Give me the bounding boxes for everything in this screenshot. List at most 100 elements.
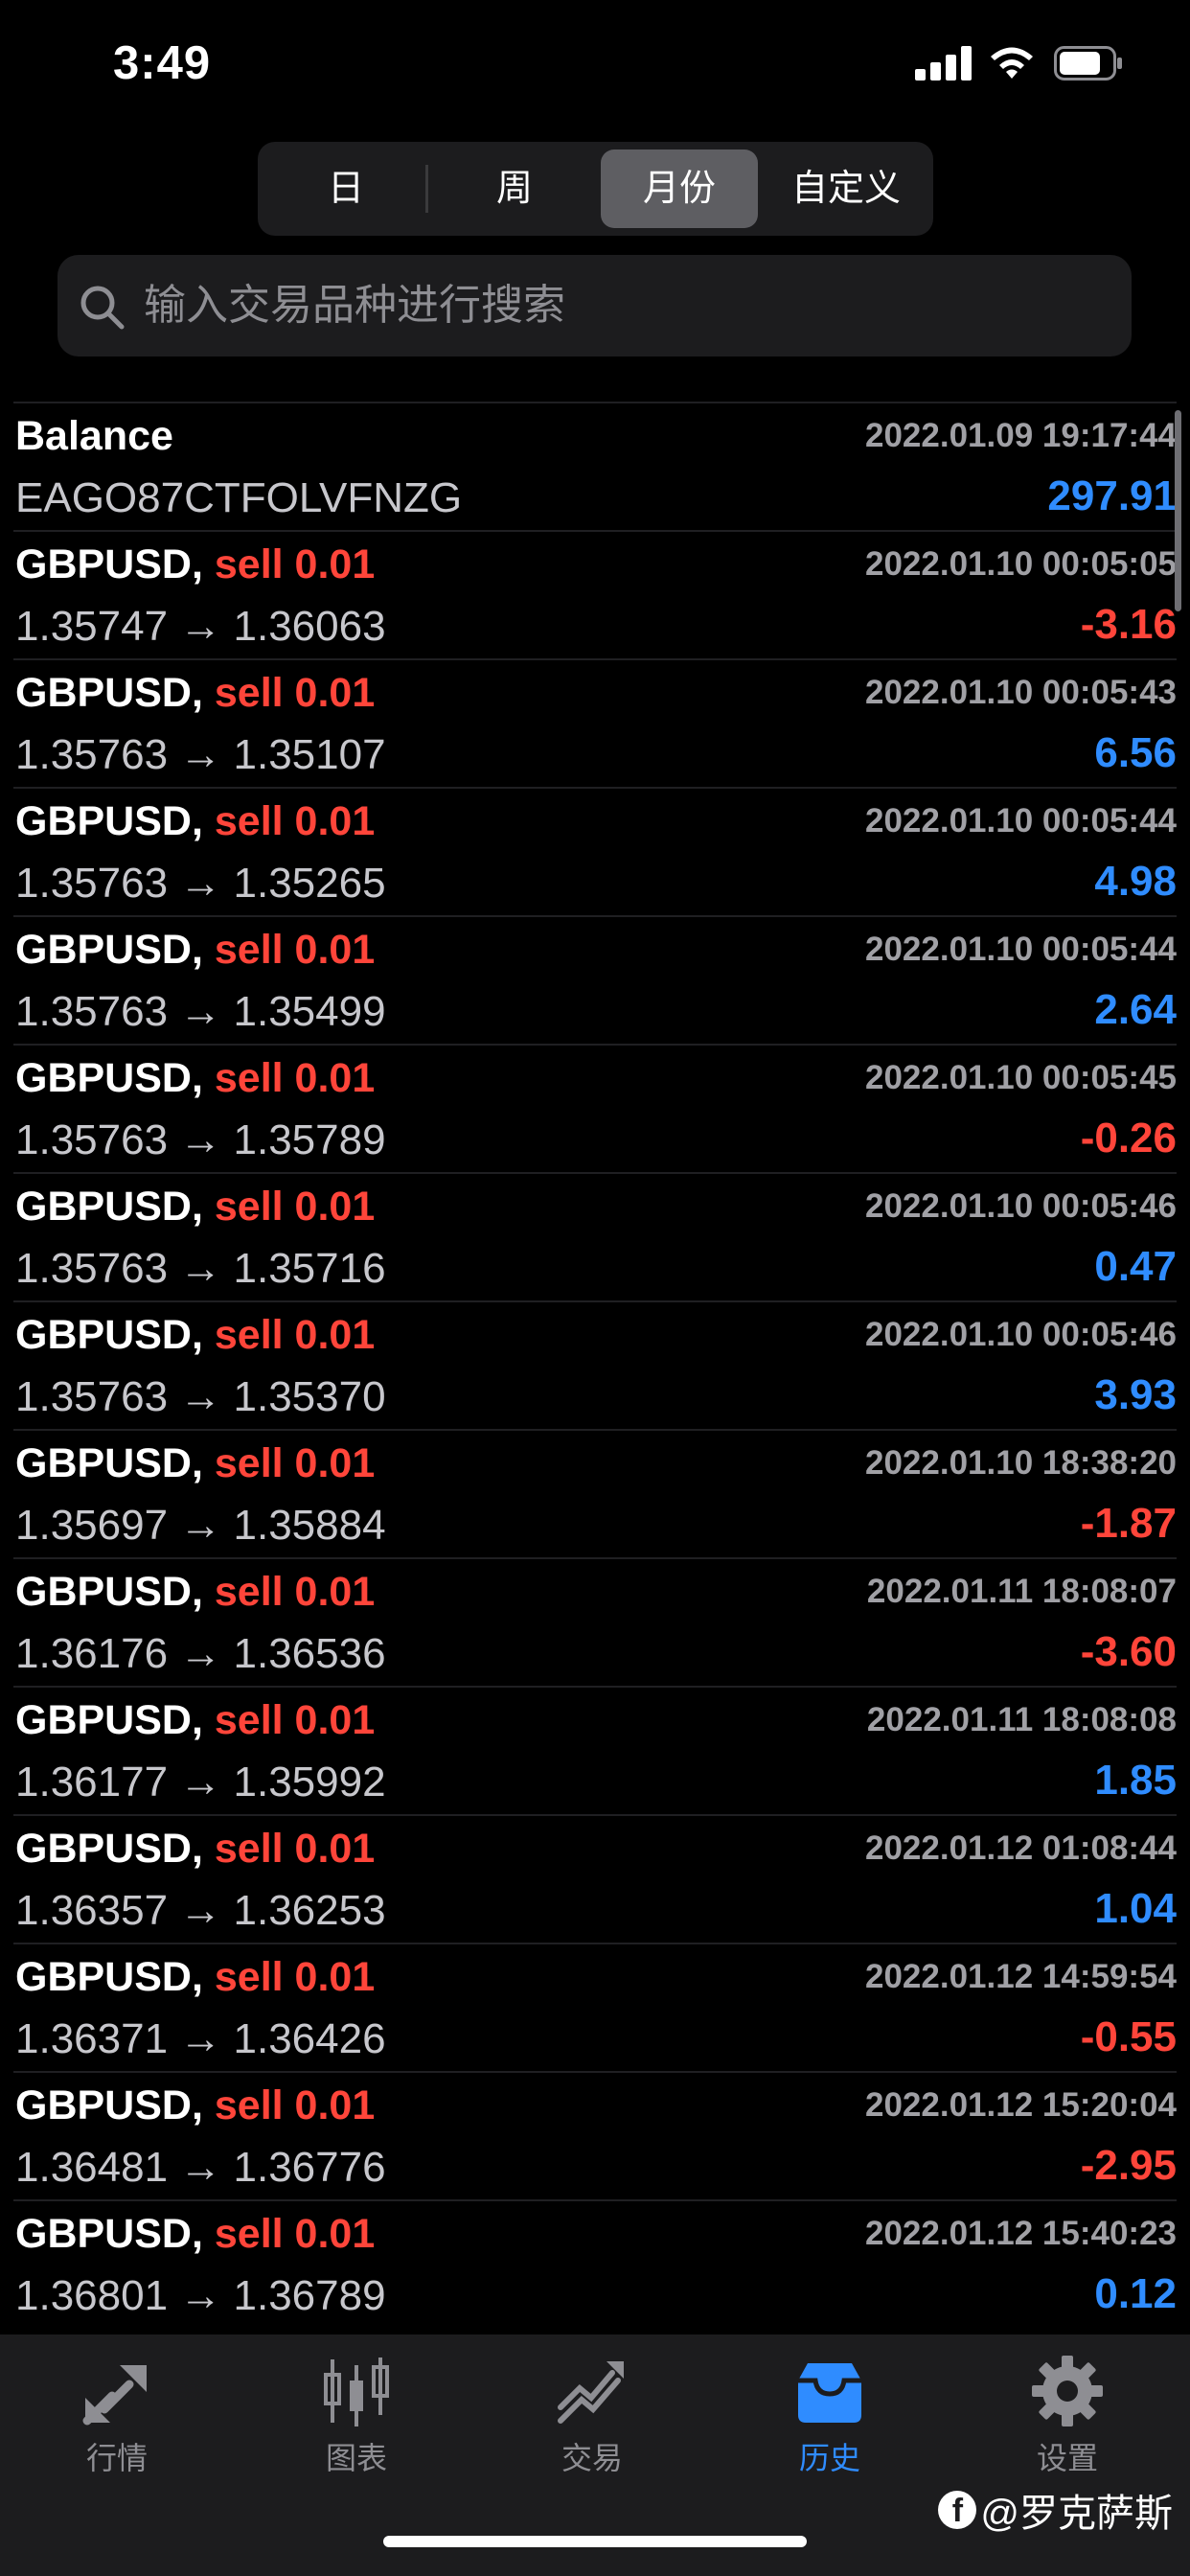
history-row[interactable]: GBPUSD, sell 0.01 2022.01.11 18:08:07 1.36… [13,1557,1177,1686]
trade-action: sell 0.01 [214,541,376,587]
tab-trade[interactable]: 交易 [496,2352,688,2478]
row-prices: 1.35697 → 1.35884 [15,1502,386,1549]
trade-action: sell 0.01 [214,1569,376,1615]
battery-icon [1054,46,1122,80]
history-row[interactable]: Balance 2022.01.09 19:17:44 EAGO87CTFOLVFN… [13,402,1177,530]
row-date: 2022.01.10 00:05:46 [865,1187,1177,1225]
row-profit: 3.93 [1094,1371,1177,1418]
row-symbol: GBPUSD, sell 0.01 [15,2082,375,2129]
history-row[interactable]: GBPUSD, sell 0.01 2022.01.10 00:05:44 1.35… [13,915,1177,1044]
search-bar[interactable]: 输入交易品种进行搜索 [57,255,1132,356]
symbol-name: GBPUSD, [15,541,203,587]
row-symbol: GBPUSD, sell 0.01 [15,1184,375,1230]
trade-action: sell 0.01 [214,1826,376,1872]
row-date: 2022.01.12 14:59:54 [865,1958,1177,1995]
row-date: 2022.01.12 15:20:04 [865,2086,1177,2124]
row-prices: 1.35763 → 1.35716 [15,1245,386,1292]
row-prices: 1.36176 → 1.36536 [15,1630,386,1677]
history-row[interactable]: GBPUSD, sell 0.01 2022.01.10 00:05:45 1.35… [13,1044,1177,1172]
row-prices: EAGO87CTFOLVFNZG [15,474,463,521]
tab-label: 历史 [798,2441,860,2475]
history-row[interactable]: GBPUSD, sell 0.01 2022.01.10 00:05:46 1.35… [13,1300,1177,1429]
row-date: 2022.01.12 01:08:44 [865,1829,1177,1867]
trade-action: sell 0.01 [214,670,376,716]
trade-action: sell 0.01 [214,1440,376,1486]
trade-action: sell 0.01 [214,2082,376,2128]
tab-chart[interactable]: 图表 [261,2352,452,2478]
history-row[interactable]: GBPUSD, sell 0.01 2022.01.10 00:05:05 1.35… [13,530,1177,658]
watermark: f @罗克萨斯 [938,2482,1173,2538]
row-profit: -3.60 [1080,1628,1177,1675]
segment-1[interactable]: 周 [434,150,595,228]
row-date: 2022.01.11 18:08:08 [866,1701,1177,1738]
trade-action: sell 0.01 [214,1697,376,1743]
tab-settings[interactable]: 设置 [972,2352,1163,2478]
status-time: 3:49 [113,37,212,89]
segment-2[interactable]: 月份 [601,150,758,228]
symbol-name: GBPUSD, [15,2082,203,2128]
tab-label: 交易 [561,2441,623,2475]
tab-label: 图表 [325,2441,387,2475]
trade-action: sell 0.01 [214,1954,376,2000]
symbol-name: GBPUSD, [15,1184,203,1230]
trade-icon [558,2361,624,2424]
trade-action: sell 0.01 [214,1312,376,1358]
row-prices: 1.36371 → 1.36426 [15,2015,386,2062]
history-row[interactable]: GBPUSD, sell 0.01 2022.01.11 18:08:08 1.36… [13,1686,1177,1814]
row-date: 2022.01.10 18:38:20 [865,1444,1177,1482]
status-bar: 3:49 [0,0,1190,134]
row-prices: 1.35763 → 1.35265 [15,860,386,907]
history-row[interactable]: GBPUSD, sell 0.01 2022.01.10 18:38:20 1.35… [13,1429,1177,1557]
history-list: Balance 2022.01.09 19:17:44 EAGO87CTFOLVFN… [13,402,1177,2328]
quotes-icon [82,2365,147,2426]
row-date: 2022.01.10 00:05:44 [865,802,1177,840]
watermark-text: @罗克萨斯 [980,2493,1173,2535]
row-profit: 0.12 [1094,2270,1177,2317]
history-row[interactable]: GBPUSD, sell 0.01 2022.01.10 00:05:44 1.35… [13,787,1177,915]
symbol-name: GBPUSD, [15,1440,203,1486]
row-profit: -2.95 [1080,2142,1177,2189]
tab-label: 设置 [1036,2441,1098,2475]
row-prices: 1.36357 → 1.36253 [15,1887,386,1934]
symbol-name: GBPUSD, [15,1312,203,1358]
cellular-signal-icon [915,46,973,80]
row-profit: 0.47 [1094,1243,1177,1290]
row-symbol: GBPUSD, sell 0.01 [15,541,375,588]
row-prices: 1.35763 → 1.35499 [15,988,386,1035]
history-row[interactable]: GBPUSD, sell 0.01 2022.01.12 15:40:23 1.36… [13,2199,1177,2328]
history-row[interactable]: GBPUSD, sell 0.01 2022.01.12 14:59:54 1.36… [13,1943,1177,2071]
row-date: 2022.01.09 19:17:44 [865,417,1177,454]
segment-3[interactable]: 自定义 [767,150,925,228]
row-symbol: GBPUSD, sell 0.01 [15,1055,375,1102]
period-segmented-control: 日周月份 自定义 [258,142,933,236]
symbol-name: GBPUSD, [15,927,203,973]
search-icon [80,286,125,330]
history-row[interactable]: GBPUSD, sell 0.01 2022.01.10 00:05:43 1.35… [13,658,1177,787]
trade-action: sell 0.01 [214,1055,376,1101]
trade-action: sell 0.01 [214,2211,376,2257]
tab-history[interactable]: 历史 [734,2352,926,2478]
row-prices: 1.36801 → 1.36789 [15,2272,386,2319]
row-profit: 2.64 [1094,986,1177,1033]
tab-quotes[interactable]: 行情 [21,2352,213,2478]
facebook-icon: f [938,2491,977,2529]
row-date: 2022.01.10 00:05:05 [865,545,1177,583]
symbol-name: GBPUSD, [15,1569,203,1615]
segment-0[interactable]: 日 [265,150,426,228]
row-symbol: GBPUSD, sell 0.01 [15,1954,375,2001]
symbol-name: GBPUSD, [15,1697,203,1743]
history-row[interactable]: GBPUSD, sell 0.01 2022.01.12 01:08:44 1.36… [13,1814,1177,1943]
row-symbol: GBPUSD, sell 0.01 [15,1826,375,1873]
scrollbar[interactable] [1175,410,1181,611]
search-input[interactable]: 输入交易品种进行搜索 [144,255,565,356]
row-symbol: Balance [15,413,173,460]
row-symbol: GBPUSD, sell 0.01 [15,1569,375,1616]
row-symbol: GBPUSD, sell 0.01 [15,2211,375,2258]
home-indicator[interactable] [383,2536,807,2547]
history-row[interactable]: GBPUSD, sell 0.01 2022.01.10 00:05:46 1.35… [13,1172,1177,1300]
row-prices: 1.35763 → 1.35107 [15,731,386,778]
history-row[interactable]: GBPUSD, sell 0.01 2022.01.12 15:20:04 1.36… [13,2071,1177,2199]
trade-action: sell 0.01 [214,1184,376,1230]
row-profit: 6.56 [1094,729,1177,776]
row-profit: -1.87 [1080,1500,1177,1547]
